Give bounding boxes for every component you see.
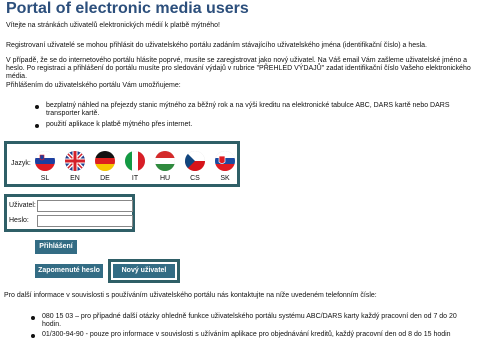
language-panel: Jazyk: SL EN DE IT HU CS SK	[4, 141, 240, 187]
welcome-text: Vítejte na stránkách uživatelů elektroni…	[6, 22, 220, 29]
list-item: bezplatný náhled na přejezdy stanic mýtn…	[32, 102, 472, 118]
password-label: Heslo:	[9, 217, 29, 224]
flag-label-sl: SL	[40, 175, 50, 182]
flag-label-cs: CS	[190, 175, 200, 182]
flag-label-sk: SK	[220, 175, 230, 182]
flag-label-de: DE	[100, 175, 110, 182]
list-item: 080 15 03 – pro případné další otázky oh…	[28, 313, 474, 329]
flag-label-it: IT	[131, 175, 139, 182]
new-user-button[interactable]: Nový uživatel	[113, 264, 175, 278]
czech-flag-icon[interactable]	[185, 151, 205, 171]
list-item: 01/300-94-90 - pouze pro informace v sou…	[28, 331, 474, 339]
username-input[interactable]	[37, 200, 133, 212]
intro-paragraph-login: Registrovaní uživatelé se mohou přihlási…	[6, 42, 427, 49]
flag-label-hu: HU	[159, 175, 171, 182]
login-button[interactable]: Přihlášení	[35, 240, 77, 254]
username-label: Uživatel:	[9, 202, 36, 209]
password-input[interactable]	[37, 215, 133, 227]
contact-list: 080 15 03 – pro případné další otázky oh…	[28, 313, 474, 341]
login-panel: Uživatel: Heslo:	[4, 194, 135, 232]
intro-paragraph-registration: V případě, že se do internetového portál…	[6, 57, 471, 80]
page-title: Portal of electronic media users	[6, 0, 249, 17]
forgot-password-button[interactable]: Zapomenuté heslo	[35, 264, 103, 278]
slovenia-flag-icon[interactable]	[35, 151, 55, 171]
contact-intro: Pro další informace v souvislosti s použ…	[4, 292, 377, 299]
new-user-button-frame: Nový uživatel	[108, 259, 180, 283]
italy-flag-icon[interactable]	[125, 151, 145, 171]
features-list: bezplatný náhled na přejezdy stanic mýtn…	[32, 102, 472, 132]
list-item: použití aplikace k platbě mýtného přes i…	[32, 121, 472, 129]
hungary-flag-icon[interactable]	[155, 151, 175, 171]
language-label: Jazyk:	[11, 160, 31, 167]
flag-label-en: EN	[70, 175, 80, 182]
uk-flag-icon[interactable]	[65, 151, 85, 171]
features-intro: Přihlášením do uživatelského portálu Vám…	[6, 82, 181, 89]
slovakia-flag-icon[interactable]	[215, 151, 235, 171]
germany-flag-icon[interactable]	[95, 151, 115, 171]
